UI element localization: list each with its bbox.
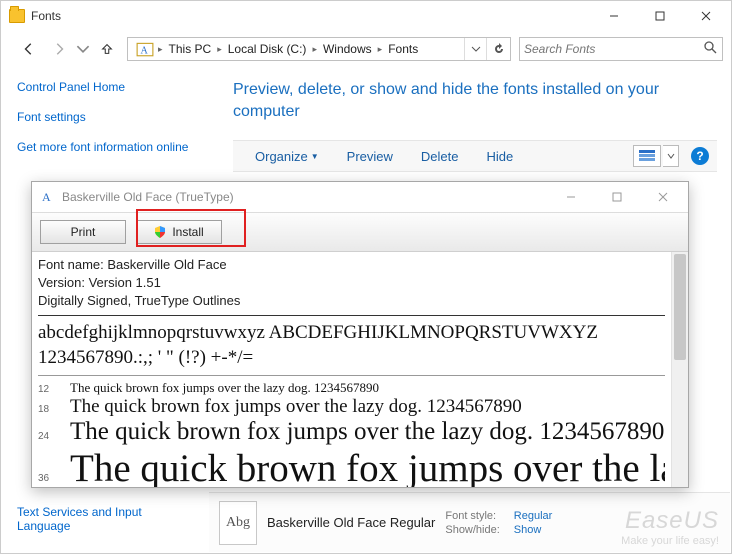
breadcrumb-windows[interactable]: Windows: [319, 38, 376, 60]
minimize-button[interactable]: [591, 1, 637, 31]
subwindow-toolbar: Print Install: [32, 212, 688, 252]
chevron-right-icon[interactable]: ▸: [156, 44, 165, 55]
search-input[interactable]: [524, 42, 702, 56]
organize-menu[interactable]: Organize▼: [241, 141, 333, 171]
sample-row: 36The quick brown fox jumps over the laz…: [38, 446, 665, 487]
svg-text:A: A: [141, 46, 149, 57]
hide-button[interactable]: Hide: [473, 141, 528, 171]
chevron-right-icon[interactable]: ▸: [376, 44, 385, 55]
sidebar-link-cp-home[interactable]: Control Panel Home: [17, 79, 193, 95]
close-button[interactable]: [683, 1, 729, 31]
breadcrumb-drive[interactable]: Local Disk (C:): [224, 38, 311, 60]
address-bar[interactable]: A ▸ This PC ▸ Local Disk (C:) ▸ Windows …: [127, 37, 511, 61]
main-titlebar: Fonts: [1, 1, 731, 31]
font-meta: Digitally Signed, TrueType Outlines: [38, 292, 665, 310]
detail-value[interactable]: Show: [514, 524, 553, 536]
window-title: Fonts: [31, 9, 591, 23]
subwindow-titlebar: A Baskerville Old Face (TrueType): [32, 182, 688, 212]
forward-button[interactable]: [45, 35, 73, 63]
page-heading: Preview, delete, or show and hide the fo…: [233, 79, 717, 122]
view-options-button[interactable]: [633, 145, 661, 167]
refresh-button[interactable]: [486, 38, 510, 60]
view-options-dropdown[interactable]: [663, 145, 679, 167]
folder-icon: [9, 9, 25, 23]
svg-text:A: A: [42, 190, 51, 204]
sub-close-button[interactable]: [640, 182, 686, 212]
back-button[interactable]: [15, 35, 43, 63]
delete-button[interactable]: Delete: [407, 141, 473, 171]
recent-dropdown[interactable]: [75, 35, 91, 63]
sample-row: 18The quick brown fox jumps over the laz…: [38, 396, 665, 418]
font-preview-content: Font name: Baskerville Old Face Version:…: [32, 252, 671, 487]
sub-maximize-button[interactable]: [594, 182, 640, 212]
print-button[interactable]: Print: [40, 220, 126, 244]
uac-shield-icon: [154, 226, 166, 238]
details-pane: Abg Baskerville Old Face Regular Font st…: [209, 492, 730, 552]
chevron-right-icon[interactable]: ▸: [310, 44, 319, 55]
font-meta: Version: Version 1.51: [38, 274, 665, 292]
up-button[interactable]: [93, 35, 121, 63]
install-button[interactable]: Install: [136, 220, 222, 244]
search-icon[interactable]: [702, 41, 718, 57]
scrollbar-thumb[interactable]: [674, 254, 686, 360]
sidebar-link-more-info[interactable]: Get more font information online: [17, 139, 193, 155]
charset-line: abcdefghijklmnopqrstuvwxyz ABCDEFGHIJKLM…: [38, 320, 665, 346]
subwindow-title: Baskerville Old Face (TrueType): [62, 190, 548, 204]
selected-font-name: Baskerville Old Face Regular: [267, 515, 435, 530]
breadcrumb-this-pc[interactable]: This PC: [165, 38, 216, 60]
sample-row: 24The quick brown fox jumps over the laz…: [38, 418, 665, 446]
nav-row: A ▸ This PC ▸ Local Disk (C:) ▸ Windows …: [1, 31, 731, 67]
detail-key: Show/hide:: [445, 524, 499, 536]
content-toolbar: Organize▼ Preview Delete Hide ?: [233, 140, 717, 172]
fonts-location-icon: A: [136, 40, 154, 58]
charset-line: 1234567890.:,; ' " (!?) +-*/=: [38, 345, 665, 371]
detail-value: Regular: [514, 510, 553, 522]
sidebar-link-font-settings[interactable]: Font settings: [17, 109, 193, 125]
font-file-icon: A: [40, 189, 56, 205]
detail-key: Font style:: [445, 510, 499, 522]
font-preview-window: A Baskerville Old Face (TrueType) Print …: [31, 181, 689, 488]
see-also: Text Services and Input Language: [17, 505, 197, 539]
scrollbar[interactable]: [671, 252, 688, 487]
breadcrumb-fonts[interactable]: Fonts: [384, 38, 422, 60]
content-area: Preview, delete, or show and hide the fo…: [209, 67, 731, 182]
chevron-right-icon[interactable]: ▸: [215, 44, 224, 55]
help-icon[interactable]: ?: [691, 147, 709, 165]
search-box[interactable]: [519, 37, 723, 61]
maximize-button[interactable]: [637, 1, 683, 31]
font-preview-tile: Abg: [219, 501, 257, 545]
address-history-dropdown[interactable]: [464, 38, 486, 60]
sidebar: Control Panel Home Font settings Get mor…: [1, 67, 209, 182]
sample-row: 12The quick brown fox jumps over the laz…: [38, 380, 665, 396]
sub-minimize-button[interactable]: [548, 182, 594, 212]
font-meta: Font name: Baskerville Old Face: [38, 256, 665, 274]
link-text-services[interactable]: Text Services and Input Language: [17, 505, 197, 533]
preview-button[interactable]: Preview: [333, 141, 407, 171]
